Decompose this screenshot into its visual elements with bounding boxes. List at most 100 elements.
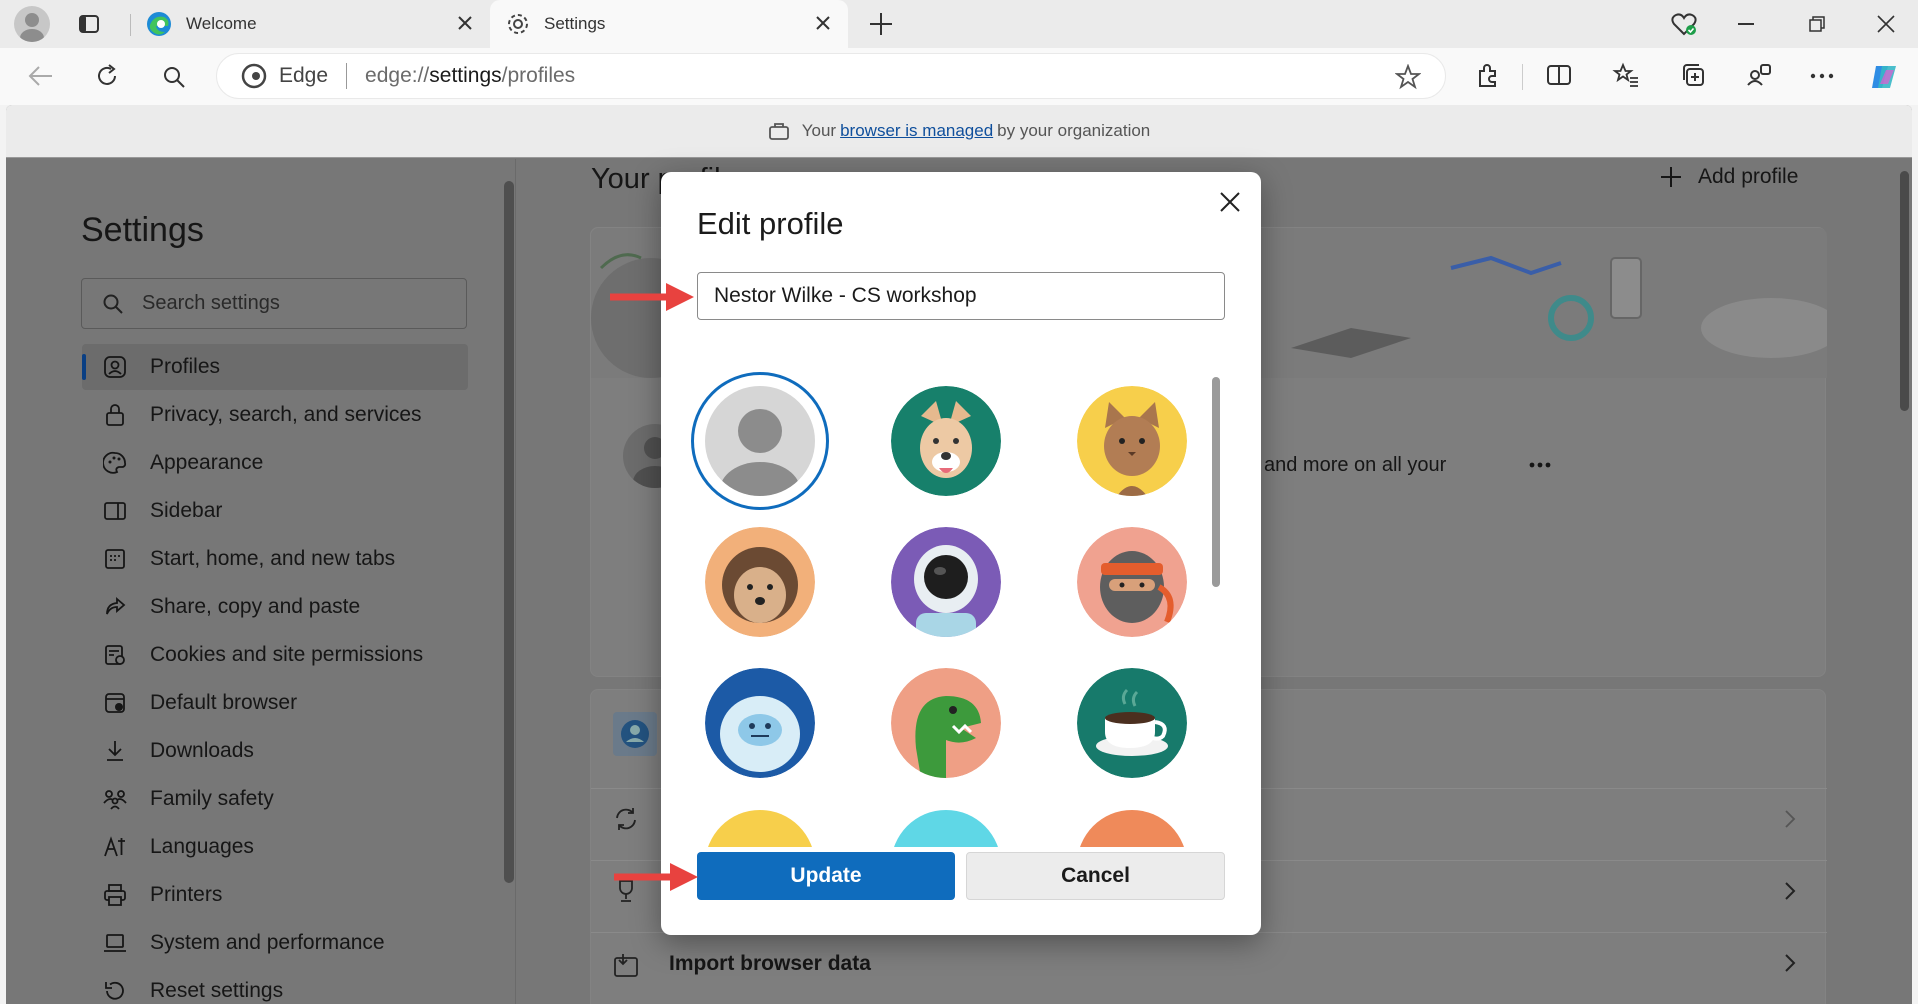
- sidebar-item-share[interactable]: Share, copy and paste: [82, 584, 468, 630]
- account-avatar-icon: [613, 712, 657, 756]
- avatar-option-partial[interactable]: [891, 810, 1001, 847]
- sidebar-item-downloads[interactable]: Downloads: [82, 728, 468, 774]
- language-icon: [100, 835, 130, 859]
- site-label: Edge: [279, 64, 329, 87]
- astronaut-avatar-icon[interactable]: [891, 527, 1001, 637]
- download-icon: [100, 739, 130, 763]
- plus-icon: [1660, 166, 1682, 188]
- update-button[interactable]: Update: [697, 852, 955, 900]
- avatar-option-default[interactable]: [691, 372, 829, 510]
- toolbar: Edge edge://settings/profiles: [0, 48, 1918, 105]
- page-scrollbar[interactable]: [1900, 171, 1909, 411]
- search-icon[interactable]: [162, 65, 186, 89]
- settings-title: Settings: [81, 211, 204, 249]
- favorite-star-icon[interactable]: [1395, 64, 1421, 90]
- avatar-picker-scrollbar[interactable]: [1212, 377, 1220, 587]
- collections-icon[interactable]: [1680, 62, 1706, 88]
- add-profile-label: Add profile: [1698, 165, 1799, 188]
- workspaces-icon[interactable]: [1746, 62, 1772, 88]
- edge-logo-icon: [146, 11, 172, 37]
- minimize-icon[interactable]: [1738, 23, 1754, 25]
- sidebar-item-privacy[interactable]: Privacy, search, and services: [82, 392, 468, 438]
- browser-icon: [100, 691, 130, 715]
- avatar-option-partial[interactable]: [705, 810, 815, 847]
- sidebar-item-label: Default browser: [150, 691, 298, 714]
- chevron-right-icon[interactable]: [1783, 808, 1797, 830]
- pane-divider: [515, 159, 516, 1004]
- sidebar-item-family-safety[interactable]: Family safety: [82, 776, 468, 822]
- sidebar-item-label: Cookies and site permissions: [150, 643, 424, 666]
- extensions-icon[interactable]: [1475, 62, 1501, 88]
- cancel-button[interactable]: Cancel: [966, 852, 1225, 900]
- hedgehog-avatar-icon[interactable]: [705, 527, 815, 637]
- url-host: settings: [429, 64, 502, 87]
- dinosaur-avatar-icon[interactable]: [891, 668, 1001, 778]
- address-bar[interactable]: Edge edge://settings/profiles: [216, 53, 1446, 99]
- sidebar-scrollbar[interactable]: [504, 181, 514, 883]
- profile-icon: [100, 355, 130, 379]
- profile-name-input[interactable]: [697, 272, 1225, 320]
- sidebar-item-system[interactable]: System and performance: [82, 920, 468, 966]
- ninja-avatar-icon[interactable]: [1077, 527, 1187, 637]
- avatar-option-partial[interactable]: [1077, 810, 1187, 847]
- add-profile-button[interactable]: Add profile: [1660, 165, 1798, 189]
- laptop-icon: [100, 931, 130, 955]
- favorites-icon[interactable]: [1612, 62, 1640, 88]
- annotation-arrow-name-input: [608, 281, 696, 313]
- url-prefix: edge://: [365, 64, 430, 87]
- cat-avatar-icon[interactable]: [1077, 386, 1187, 496]
- chevron-right-icon[interactable]: [1783, 952, 1797, 974]
- back-arrow-icon[interactable]: [28, 65, 54, 87]
- tab-welcome[interactable]: Welcome: [140, 0, 480, 48]
- sidebar-item-profiles[interactable]: Profiles: [82, 344, 468, 390]
- new-tab-plus-icon[interactable]: [868, 11, 894, 37]
- close-dialog-icon[interactable]: [1218, 190, 1242, 214]
- profile-more-icon[interactable]: [1529, 462, 1551, 468]
- briefcase-icon: [768, 121, 790, 141]
- home-icon: [100, 547, 130, 571]
- sidebar-item-appearance[interactable]: Appearance: [82, 440, 468, 486]
- banner-suffix: by your organization: [997, 121, 1151, 140]
- edit-profile-dialog: Edit profile Nestor Wilke - CS workshop …: [661, 172, 1261, 935]
- sidebar-item-reset[interactable]: Reset settings: [82, 968, 468, 1004]
- yeti-avatar-icon[interactable]: [705, 668, 815, 778]
- sidebar-item-sidebar[interactable]: Sidebar: [82, 488, 468, 534]
- sidebar-item-label: Downloads: [150, 739, 254, 762]
- sidebar-item-printers[interactable]: Printers: [82, 872, 468, 918]
- sidebar-item-label: System and performance: [150, 931, 385, 954]
- sidebar-item-languages[interactable]: Languages: [82, 824, 468, 870]
- browser-managed-link[interactable]: browser is managed: [840, 121, 993, 141]
- lock-icon: [100, 403, 130, 427]
- url-path: /profiles: [501, 64, 576, 87]
- chevron-right-icon[interactable]: [1783, 880, 1797, 902]
- sidebar-item-label: Family safety: [150, 787, 274, 810]
- import-browser-data-label[interactable]: Import browser data: [669, 952, 871, 976]
- sidebar-item-cookies[interactable]: Cookies and site permissions: [82, 632, 468, 678]
- sidebar-item-label: Share, copy and paste: [150, 595, 361, 618]
- window-close-icon[interactable]: [1876, 14, 1896, 34]
- close-tab-icon[interactable]: [814, 14, 832, 32]
- more-menu-icon[interactable]: [1810, 73, 1834, 79]
- copilot-icon[interactable]: [1868, 60, 1902, 94]
- split-screen-icon[interactable]: [1546, 62, 1572, 88]
- profile-avatar-button[interactable]: [14, 6, 50, 42]
- sidebar-item-default-browser[interactable]: Default browser: [82, 680, 468, 726]
- search-settings-input[interactable]: Search settings: [81, 278, 467, 329]
- tab-actions-icon[interactable]: [78, 13, 100, 35]
- import-icon: [613, 952, 641, 978]
- annotation-arrow-update-button: [612, 861, 700, 893]
- sidebar-item-label: Privacy, search, and services: [150, 403, 422, 426]
- managed-banner: Your browser is managed by your organiza…: [6, 105, 1912, 158]
- edge-logo-icon: [241, 63, 267, 89]
- refresh-icon[interactable]: [94, 63, 120, 89]
- dog-avatar-icon[interactable]: [891, 386, 1001, 496]
- tab-settings[interactable]: Settings: [490, 0, 848, 48]
- restore-icon[interactable]: [1808, 15, 1826, 33]
- sidebar-item-start-home[interactable]: Start, home, and new tabs: [82, 536, 468, 582]
- dialog-title: Edit profile: [697, 206, 844, 241]
- close-tab-icon[interactable]: [456, 14, 474, 32]
- palette-icon: [100, 451, 130, 475]
- coffee-cup-avatar-icon[interactable]: [1077, 668, 1187, 778]
- browser-essentials-heart-icon[interactable]: [1670, 10, 1698, 38]
- family-icon: [100, 787, 130, 811]
